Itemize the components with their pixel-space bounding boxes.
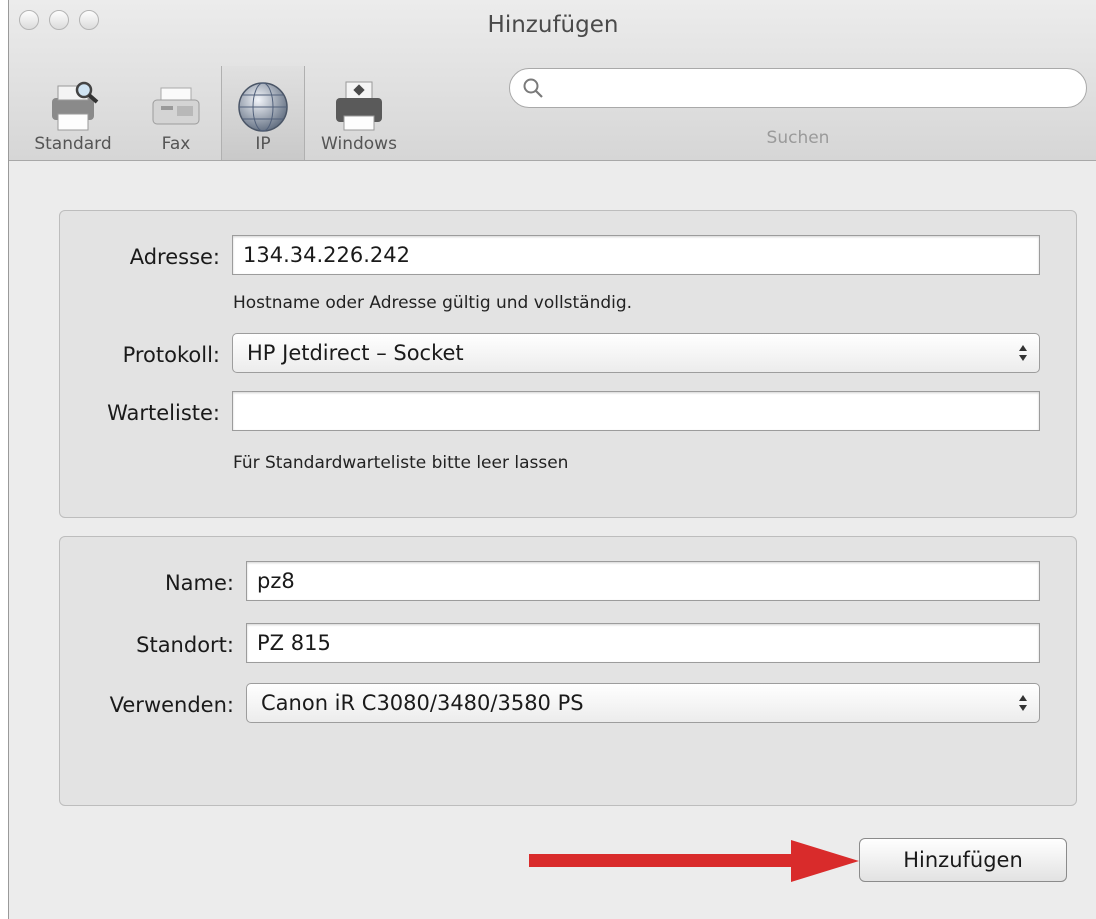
queue-label: Warteliste:: [107, 401, 220, 425]
fax-machine-icon: [152, 87, 200, 125]
location-label: Standort:: [136, 633, 234, 657]
popup-stepper-icon: [1019, 345, 1027, 361]
toolbar-item-standard[interactable]: Standard: [19, 68, 127, 160]
protocol-value: HP Jetdirect – Socket: [247, 341, 464, 365]
printer-settings-group: Name: pz8 Standort: PZ 815 Verwenden: Ca…: [59, 536, 1077, 806]
add-button[interactable]: Hinzufügen: [859, 838, 1067, 882]
protocol-popup[interactable]: HP Jetdirect – Socket: [232, 333, 1040, 373]
location-field[interactable]: PZ 815: [246, 623, 1040, 663]
search-field[interactable]: [509, 68, 1087, 108]
annotation-arrow-icon: [529, 840, 859, 882]
windows-printer-icon: [336, 81, 382, 131]
protocol-label: Protokoll:: [122, 343, 220, 367]
printer-magnifier-icon: [52, 81, 99, 131]
globe-icon: [238, 82, 288, 132]
popup-stepper-icon: [1019, 695, 1027, 711]
driver-popup[interactable]: Canon iR C3080/3480/3580 PS: [246, 683, 1040, 723]
toolbar-item-label: Fax: [161, 134, 191, 154]
name-label: Name:: [164, 571, 234, 595]
window-title: Hinzufügen: [487, 12, 619, 38]
toolbar-item-label: IP: [255, 134, 271, 154]
toolbar-item-label: Windows: [321, 134, 397, 154]
toolbar-item-fax[interactable]: Fax: [137, 68, 215, 160]
connection-settings-group: Adresse: 134.34.226.242 Hostname oder Ad…: [59, 210, 1077, 518]
search-icon: [523, 78, 543, 98]
address-label: Adresse:: [129, 245, 220, 269]
queue-field[interactable]: [232, 391, 1040, 431]
address-field[interactable]: 134.34.226.242: [232, 235, 1040, 275]
toolbar-item-windows[interactable]: Windows: [309, 68, 409, 160]
driver-value: Canon iR C3080/3480/3580 PS: [261, 691, 584, 715]
toolbar-item-ip[interactable]: IP: [221, 66, 305, 160]
address-hint: Hostname oder Adresse gültig und vollstä…: [233, 293, 633, 313]
toolbar: Hinzufügen Standard Fax IP Windows Suche…: [9, 0, 1096, 161]
search-label: Suchen: [766, 128, 830, 148]
name-field[interactable]: pz8: [246, 561, 1040, 601]
toolbar-item-label: Standard: [34, 134, 112, 154]
queue-hint: Für Standardwarteliste bitte leer lassen: [233, 453, 569, 473]
use-label: Verwenden:: [109, 693, 234, 717]
add-printer-window: Hinzufügen Standard Fax IP Windows Suche…: [8, 0, 1096, 919]
